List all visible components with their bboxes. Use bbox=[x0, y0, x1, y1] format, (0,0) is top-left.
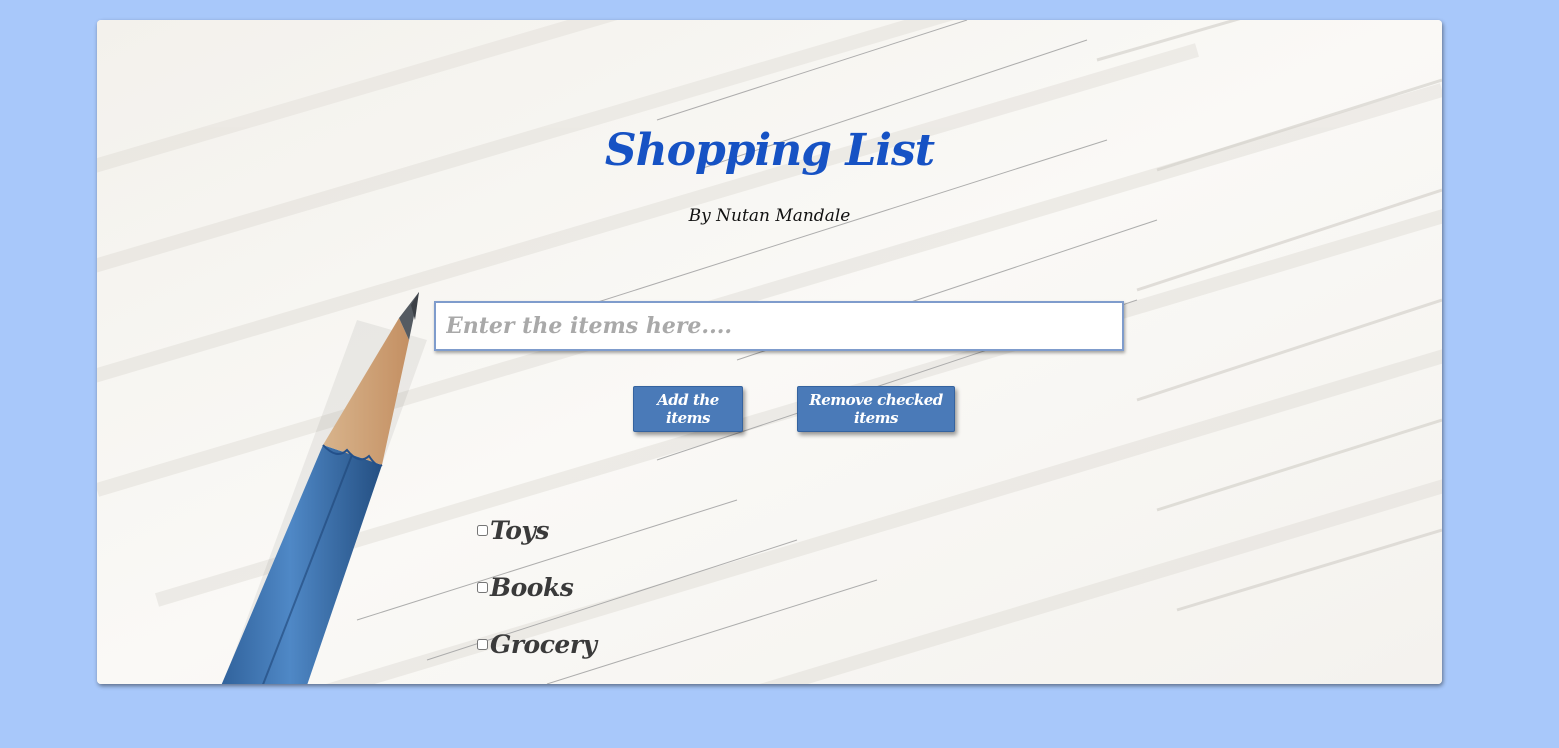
item-label: Toys bbox=[490, 516, 550, 545]
shopping-list-card: Shopping List By Nutan Mandale Add the i… bbox=[97, 20, 1442, 684]
list-item: Books bbox=[477, 559, 597, 616]
list-item: Grocery bbox=[477, 616, 597, 673]
item-checkbox[interactable] bbox=[477, 582, 488, 593]
shopping-items-list: Toys Books Grocery bbox=[477, 502, 597, 673]
pencil-paper-background-image bbox=[97, 20, 1442, 684]
list-item: Toys bbox=[477, 502, 597, 559]
item-label: Books bbox=[490, 573, 574, 602]
author-credit: By Nutan Mandale bbox=[688, 206, 851, 226]
item-checkbox[interactable] bbox=[477, 639, 488, 650]
item-label: Grocery bbox=[490, 630, 597, 659]
item-checkbox[interactable] bbox=[477, 525, 488, 536]
remove-checked-items-button[interactable]: Remove checked items bbox=[797, 386, 955, 432]
page-title: Shopping List bbox=[604, 125, 935, 176]
item-input[interactable] bbox=[434, 301, 1124, 351]
add-items-button[interactable]: Add the items bbox=[633, 386, 743, 432]
